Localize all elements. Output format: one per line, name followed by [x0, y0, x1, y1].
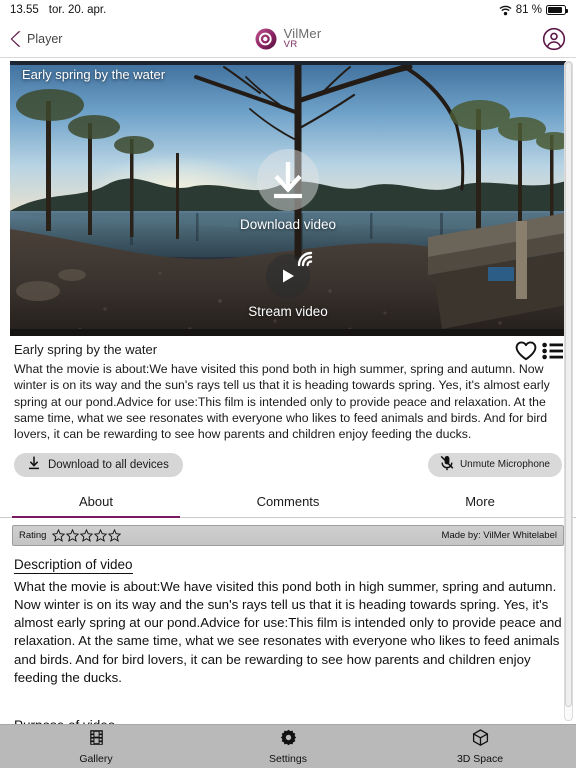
cast-waves-icon [296, 248, 316, 273]
bottom-tab-gallery-label: Gallery [79, 752, 113, 765]
tab-about[interactable]: About [0, 487, 192, 518]
download-to-all-devices-label: Download to all devices [48, 458, 169, 471]
brand-sub: VR [283, 39, 298, 51]
star-outline-icon [52, 528, 66, 542]
description-heading: Description of video [14, 556, 133, 574]
purpose-heading: Purpose of video [14, 718, 115, 724]
bottom-tab-settings[interactable]: Settings [192, 729, 384, 765]
download-icon [28, 456, 40, 473]
bottom-tab-3d-space[interactable]: 3D Space [384, 728, 576, 765]
download-arrow-icon [257, 149, 319, 211]
video-summary: Early spring by the water What the movie… [0, 336, 576, 445]
download-video-label: Download video [239, 217, 337, 232]
app-root: 13.55 tor. 20. apr. 81 % Player VilMer V… [0, 0, 576, 768]
status-date: tor. 20. apr. [48, 4, 107, 16]
action-row: Download to all devices Unmute Microphon… [0, 445, 576, 487]
brand: VilMer VR [0, 20, 576, 57]
description-section: Description of video What the movie is a… [0, 546, 576, 724]
battery-percent: 81 % [515, 4, 542, 16]
content-inner: Early spring by the water Download video [0, 58, 576, 724]
account-button[interactable] [542, 27, 566, 51]
star-outline-icon [94, 528, 108, 542]
status-bar: 13.55 tor. 20. apr. 81 % [0, 0, 576, 20]
tab-bar: About Comments More [0, 486, 576, 518]
brand-name: VilMer [283, 25, 322, 41]
tab-more[interactable]: More [384, 487, 576, 517]
star-outline-icon [80, 528, 94, 542]
bottom-tab-3d-space-label: 3D Space [456, 752, 504, 765]
back-button-label: Player [27, 31, 63, 46]
star-outline-icon [66, 528, 80, 542]
bottom-tab-bar: Gallery Settings 3D Space [0, 724, 576, 768]
stream-video-button[interactable]: Stream video [248, 251, 328, 319]
status-time: 13.55 [10, 4, 39, 16]
video-hero-wrapper: Early spring by the water Download video [0, 58, 576, 336]
description-body: What the movie is about:We have visited … [14, 578, 562, 685]
scrollbar-thumb[interactable] [565, 62, 572, 707]
account-circle-icon [542, 27, 566, 50]
tab-more-label: More [465, 493, 495, 509]
unmute-microphone-label: Unmute Microphone [459, 459, 550, 471]
battery-icon [546, 5, 568, 15]
video-summary-title: Early spring by the water [14, 342, 158, 357]
film-strip-icon [88, 729, 105, 751]
tab-comments-label: Comments [256, 493, 320, 509]
vilmer-logo-icon [255, 28, 277, 50]
back-button[interactable]: Player [10, 30, 62, 48]
tab-comments[interactable]: Comments [192, 487, 384, 517]
rating-bar: Rating Made by: VilMer Whitelabel [12, 524, 564, 546]
content-scroll-area: Early spring by the water Download video [0, 57, 576, 724]
bottom-tab-gallery[interactable]: Gallery [0, 729, 192, 765]
video-summary-text: What the movie is about:We have visited … [14, 362, 550, 442]
chevron-left-icon [10, 30, 22, 48]
download-to-all-devices-button[interactable]: Download to all devices [14, 452, 183, 477]
unmute-microphone-button[interactable]: Unmute Microphone [427, 452, 562, 477]
video-overlay-controls: Download video Stream video [10, 61, 566, 336]
download-video-button[interactable]: Download video [240, 149, 336, 232]
status-bar-left: 13.55 tor. 20. apr. [10, 4, 106, 16]
star-outline-icon [108, 528, 122, 542]
tab-about-label: About [79, 493, 113, 509]
video-preview[interactable]: Early spring by the water Download video [10, 61, 566, 336]
nav-bar: Player VilMer VR [0, 20, 576, 57]
wifi-icon [499, 5, 512, 16]
play-cast-icon [265, 251, 313, 298]
heart-outline-icon[interactable] [515, 341, 537, 366]
microphone-muted-icon [440, 455, 454, 474]
cube-icon [472, 728, 489, 751]
rating-label: Rating [19, 529, 47, 541]
list-bullet-icon[interactable] [542, 341, 564, 366]
status-bar-right: 81 % [499, 4, 568, 16]
brand-text: VilMer VR [284, 27, 322, 51]
gear-icon [280, 729, 297, 751]
video-summary-actions [515, 341, 564, 366]
made-by-label: Made by: VilMer Whitelabel [441, 529, 557, 541]
stream-video-label: Stream video [248, 304, 328, 319]
video-title-overlay: Early spring by the water [22, 67, 166, 82]
rating-stars[interactable] [52, 528, 122, 542]
bottom-tab-settings-label: Settings [269, 752, 307, 765]
